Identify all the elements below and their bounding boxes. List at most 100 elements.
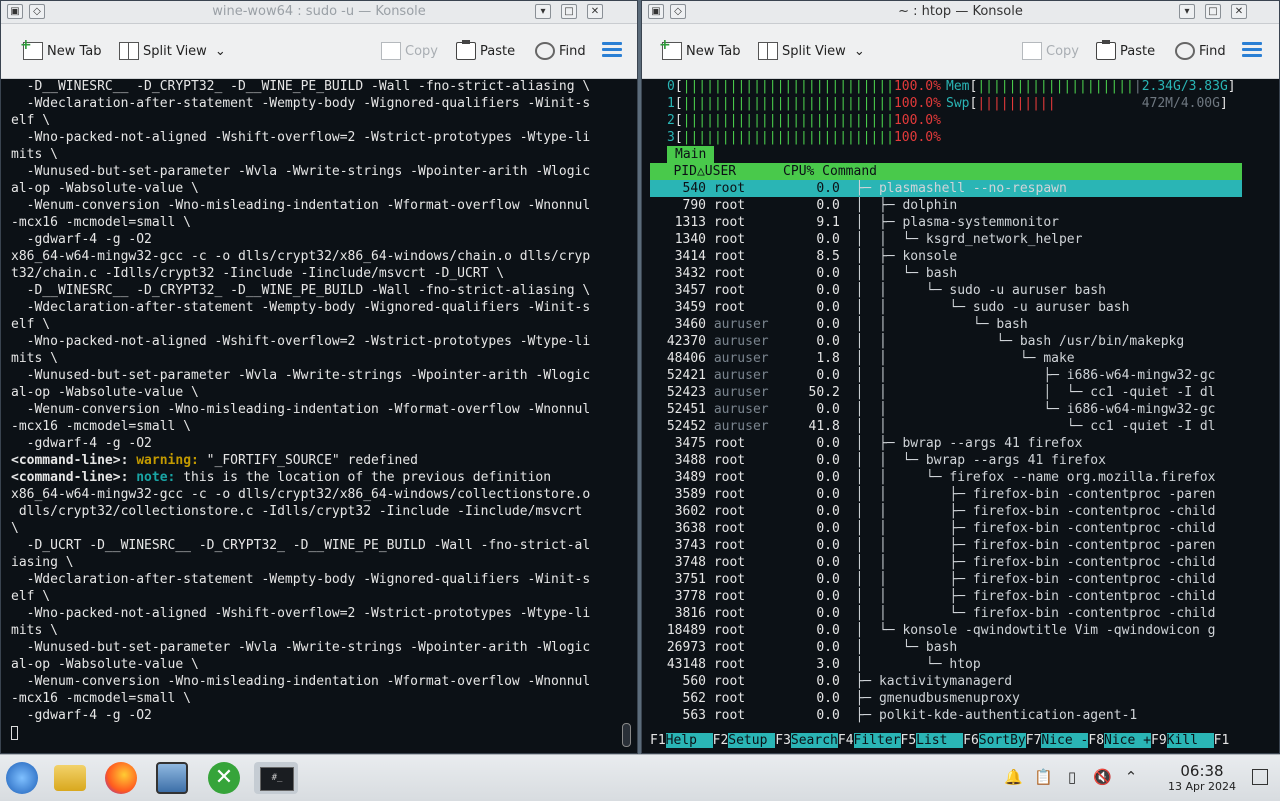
- fkey-label[interactable]: Setup: [728, 733, 776, 748]
- left-titlebar[interactable]: ▣ ◇ wine-wow64 : sudo -u — Konsole ▾ □ ✕: [1, 1, 637, 24]
- process-row[interactable]: 3602 root 0.0 │ │ ├─ firefox-bin -content…: [642, 503, 1279, 520]
- file-manager-icon[interactable]: [54, 765, 86, 791]
- battery-icon[interactable]: ▯: [1063, 768, 1081, 786]
- process-table-header[interactable]: PID△USER CPU% Command: [650, 163, 1242, 180]
- process-row[interactable]: 3457 root 0.0 │ │ └─ sudo -u auruser bash: [642, 282, 1279, 299]
- hamburger-menu-icon[interactable]: [1242, 42, 1262, 60]
- process-row[interactable]: 3488 root 0.0 │ │ └─ bwrap --args 41 fire…: [642, 452, 1279, 469]
- start-menu-icon[interactable]: [6, 762, 38, 794]
- fkey-key[interactable]: F8: [1088, 733, 1104, 748]
- process-row[interactable]: 3460 auruser 0.0 │ │ └─ bash: [642, 316, 1279, 333]
- fkey-key[interactable]: F1: [1214, 733, 1230, 748]
- minimize-icon[interactable]: ▾: [1179, 4, 1195, 19]
- split-view-button[interactable]: Split View ⌄: [758, 40, 865, 62]
- process-row[interactable]: 52421 auruser 0.0 │ │ ├─ i686-w64-mingw32…: [642, 367, 1279, 384]
- fkey-label[interactable]: Nice -: [1041, 733, 1089, 748]
- close-icon[interactable]: ✕: [1231, 4, 1247, 19]
- terminal-line: -D_UCRT -D__WINESRC__ -D_CRYPT32_ -D__WI…: [11, 538, 591, 553]
- process-row[interactable]: 52452 auruser 41.8 │ │ └─ cc1 -quiet -I d…: [642, 418, 1279, 435]
- process-row[interactable]: 1340 root 0.0 │ │ └─ ksgrd_network_helper: [642, 231, 1279, 248]
- maximize-icon[interactable]: □: [1205, 4, 1221, 19]
- process-row[interactable]: 52451 auruser 0.0 │ │ └─ i686-w64-mingw32…: [642, 401, 1279, 418]
- notifications-icon[interactable]: 🔔: [1004, 768, 1023, 786]
- terminal-line: -Wunused-but-set-parameter -Wvla -Wwrite…: [11, 368, 591, 383]
- process-cpu: 0.0: [816, 402, 840, 417]
- fkey-label[interactable]: Help: [665, 733, 713, 748]
- fkey-key[interactable]: F1: [650, 733, 666, 748]
- tab-main[interactable]: Main: [667, 146, 715, 163]
- process-row[interactable]: 42370 auruser 0.0 │ │ └─ bash /usr/bin/ma…: [642, 333, 1279, 350]
- fkey-label[interactable]: Kill: [1166, 733, 1214, 748]
- fkey-key[interactable]: F3: [775, 733, 791, 748]
- copy-button[interactable]: Copy: [1022, 40, 1079, 62]
- process-row[interactable]: 563 root 0.0 ├─ polkit-kde-authentication…: [642, 707, 1279, 724]
- process-row[interactable]: 43148 root 3.0 │ └─ htop: [642, 656, 1279, 673]
- fkey-label[interactable]: SortBy: [978, 733, 1026, 748]
- left-konsole-window[interactable]: ▣ ◇ wine-wow64 : sudo -u — Konsole ▾ □ ✕…: [0, 0, 638, 754]
- right-titlebar[interactable]: ▣ ◇ ~ : htop — Konsole ▾ □ ✕: [642, 1, 1279, 24]
- right-konsole-window[interactable]: ▣ ◇ ~ : htop — Konsole ▾ □ ✕ New Tab Spl…: [641, 0, 1280, 754]
- process-row[interactable]: 540 root 0.0 ├─ plasmashell --no-respawn: [650, 180, 1242, 197]
- process-row[interactable]: 3459 root 0.0 │ │ └─ sudo -u auruser bash: [642, 299, 1279, 316]
- firefox-icon[interactable]: [105, 762, 137, 794]
- process-pid: 562: [682, 691, 706, 706]
- process-row[interactable]: 562 root 0.0 ├─ gmenudbusmenuproxy: [642, 690, 1279, 707]
- process-row[interactable]: 3414 root 8.5 │ ├─ konsole: [642, 248, 1279, 265]
- terminal-cursor-line[interactable]: [1, 724, 637, 741]
- process-row[interactable]: 3816 root 0.0 │ │ └─ firefox-bin -content…: [642, 605, 1279, 622]
- process-row[interactable]: 3432 root 0.0 │ │ └─ bash: [642, 265, 1279, 282]
- fkey-label[interactable]: List: [916, 733, 964, 748]
- fkey-key[interactable]: F9: [1151, 733, 1167, 748]
- process-cpu: 0.0: [816, 623, 840, 638]
- process-row[interactable]: 18489 root 0.0 │ └─ konsole -qwindowtitle…: [642, 622, 1279, 639]
- volume-muted-icon[interactable]: 🔇: [1093, 768, 1112, 786]
- process-row[interactable]: 52423 auruser 50.2 │ │ │ └─ cc1 -quiet -I…: [642, 384, 1279, 401]
- fkey-label[interactable]: Search: [790, 733, 838, 748]
- fkey-key[interactable]: F2: [713, 733, 729, 748]
- process-row[interactable]: 3489 root 0.0 │ │ └─ firefox --name org.m…: [642, 469, 1279, 486]
- paste-button[interactable]: Paste: [1096, 40, 1155, 62]
- search-icon: [535, 42, 555, 60]
- process-row[interactable]: 3589 root 0.0 │ │ ├─ firefox-bin -content…: [642, 486, 1279, 503]
- split-view-button[interactable]: Split View ⌄: [119, 40, 226, 62]
- show-desktop-icon[interactable]: [1252, 769, 1268, 785]
- process-row[interactable]: 3475 root 0.0 │ ├─ bwrap --args 41 firefo…: [642, 435, 1279, 452]
- copy-button[interactable]: Copy: [381, 40, 438, 62]
- process-row[interactable]: 1313 root 9.1 │ ├─ plasma-systemmonitor: [642, 214, 1279, 231]
- process-list[interactable]: 540 root 0.0 ├─ plasmashell --no-respawn 7…: [642, 180, 1279, 724]
- hamburger-menu-icon[interactable]: [602, 42, 622, 60]
- maximize-icon[interactable]: □: [561, 4, 577, 19]
- fkey-key[interactable]: F7: [1026, 733, 1042, 748]
- process-row[interactable]: 790 root 0.0 │ ├─ dolphin: [642, 197, 1279, 214]
- left-terminal-output[interactable]: -D__WINESRC__ -D_CRYPT32_ -D__WINE_PE_BU…: [1, 78, 637, 753]
- paste-button[interactable]: Paste: [456, 40, 515, 62]
- process-pid: 18489: [666, 623, 706, 638]
- minimize-icon[interactable]: ▾: [535, 4, 551, 19]
- fkey-key[interactable]: F4: [838, 733, 854, 748]
- fkey-key[interactable]: F5: [901, 733, 917, 748]
- process-row[interactable]: 3638 root 0.0 │ │ ├─ firefox-bin -content…: [642, 520, 1279, 537]
- process-row[interactable]: 560 root 0.0 ├─ kactivitymanagerd: [642, 673, 1279, 690]
- close-icon[interactable]: ✕: [587, 4, 603, 19]
- system-monitor-icon[interactable]: [156, 762, 188, 794]
- chevron-up-icon[interactable]: ⌃: [1122, 768, 1140, 786]
- terminal-taskbar-button[interactable]: #_: [254, 762, 298, 794]
- find-button[interactable]: Find: [535, 40, 586, 62]
- process-row[interactable]: 3751 root 0.0 │ │ ├─ firefox-bin -content…: [642, 571, 1279, 588]
- close-app-icon[interactable]: ✕: [208, 762, 240, 794]
- process-row[interactable]: 48406 auruser 1.8 │ │ └─ make: [642, 350, 1279, 367]
- terminal-scrollbar[interactable]: [622, 723, 631, 747]
- clock[interactable]: 06:38 13 Apr 2024: [1168, 762, 1236, 793]
- new-tab-button[interactable]: New Tab: [659, 37, 741, 62]
- fkey-label[interactable]: Nice +: [1104, 733, 1151, 748]
- process-row[interactable]: 3778 root 0.0 │ │ ├─ firefox-bin -content…: [642, 588, 1279, 605]
- htop-terminal[interactable]: 0[|||||||||||||||||||||||||||100.0%] 1[||…: [642, 78, 1279, 753]
- new-tab-button[interactable]: New Tab: [20, 37, 102, 62]
- process-row[interactable]: 26973 root 0.0 │ └─ bash: [642, 639, 1279, 656]
- clipboard-icon[interactable]: 📋: [1034, 768, 1053, 786]
- fkey-key[interactable]: F6: [963, 733, 979, 748]
- find-button[interactable]: Find: [1175, 40, 1226, 62]
- fkey-label[interactable]: Filter: [853, 733, 901, 748]
- process-row[interactable]: 3748 root 0.0 │ │ ├─ firefox-bin -content…: [642, 554, 1279, 571]
- process-row[interactable]: 3743 root 0.0 │ │ ├─ firefox-bin -content…: [642, 537, 1279, 554]
